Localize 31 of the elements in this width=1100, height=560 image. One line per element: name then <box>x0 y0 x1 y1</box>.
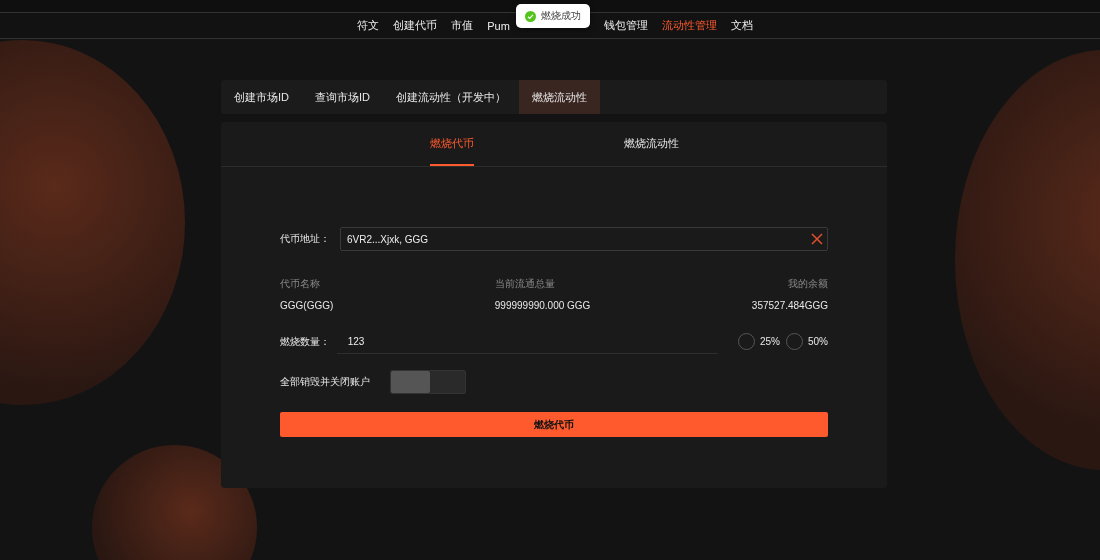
info-label: 代币名称 <box>280 277 321 291</box>
info-value: 999999990.000 GGG <box>494 300 591 311</box>
info-value: GGG(GGG) <box>280 300 334 311</box>
tab[interactable]: 创建流动性（开发中） <box>383 80 519 114</box>
tab[interactable]: 燃烧代币 <box>429 122 474 166</box>
close-icon[interactable] <box>811 233 823 245</box>
field-label: 燃烧数量： <box>280 334 331 349</box>
burn-button[interactable]: 燃烧代币 <box>280 412 828 437</box>
check-icon <box>525 10 536 22</box>
field-label: 代币地址： <box>280 232 331 246</box>
info-label: 当前流通总量 <box>494 277 556 291</box>
toast-message: 燃烧成功 <box>541 9 581 23</box>
field-label: 全部销毁并关闭账户 <box>280 375 371 389</box>
nav-link[interactable]: 文档 <box>730 18 753 33</box>
radio-label: 25% <box>759 336 780 347</box>
amount-field[interactable]: 123 <box>336 329 718 354</box>
tab[interactable]: 查询市场ID <box>302 80 383 114</box>
nav-link[interactable]: 符文 <box>357 18 380 33</box>
info-label: 我的余额 <box>788 277 828 291</box>
nav-link[interactable]: 市值 <box>451 18 474 33</box>
info-value: 357527.484GGG <box>751 300 828 311</box>
tab[interactable]: 燃烧流动性 <box>623 122 679 166</box>
nav-link[interactable]: 流动性管理 <box>661 18 717 33</box>
tab[interactable]: 燃烧流动性 <box>519 80 600 114</box>
tab[interactable]: 创建市场ID <box>221 80 302 114</box>
address-field[interactable]: 6VR2...Xjxk, GGG <box>340 227 828 251</box>
nav-link[interactable]: 钱包管理 <box>603 18 648 33</box>
toggle-switch[interactable] <box>390 370 466 394</box>
nav-link[interactable]: 创建代币 <box>393 18 438 33</box>
nav-link[interactable]: Pum <box>487 19 510 32</box>
radio-label: 50% <box>808 336 828 347</box>
